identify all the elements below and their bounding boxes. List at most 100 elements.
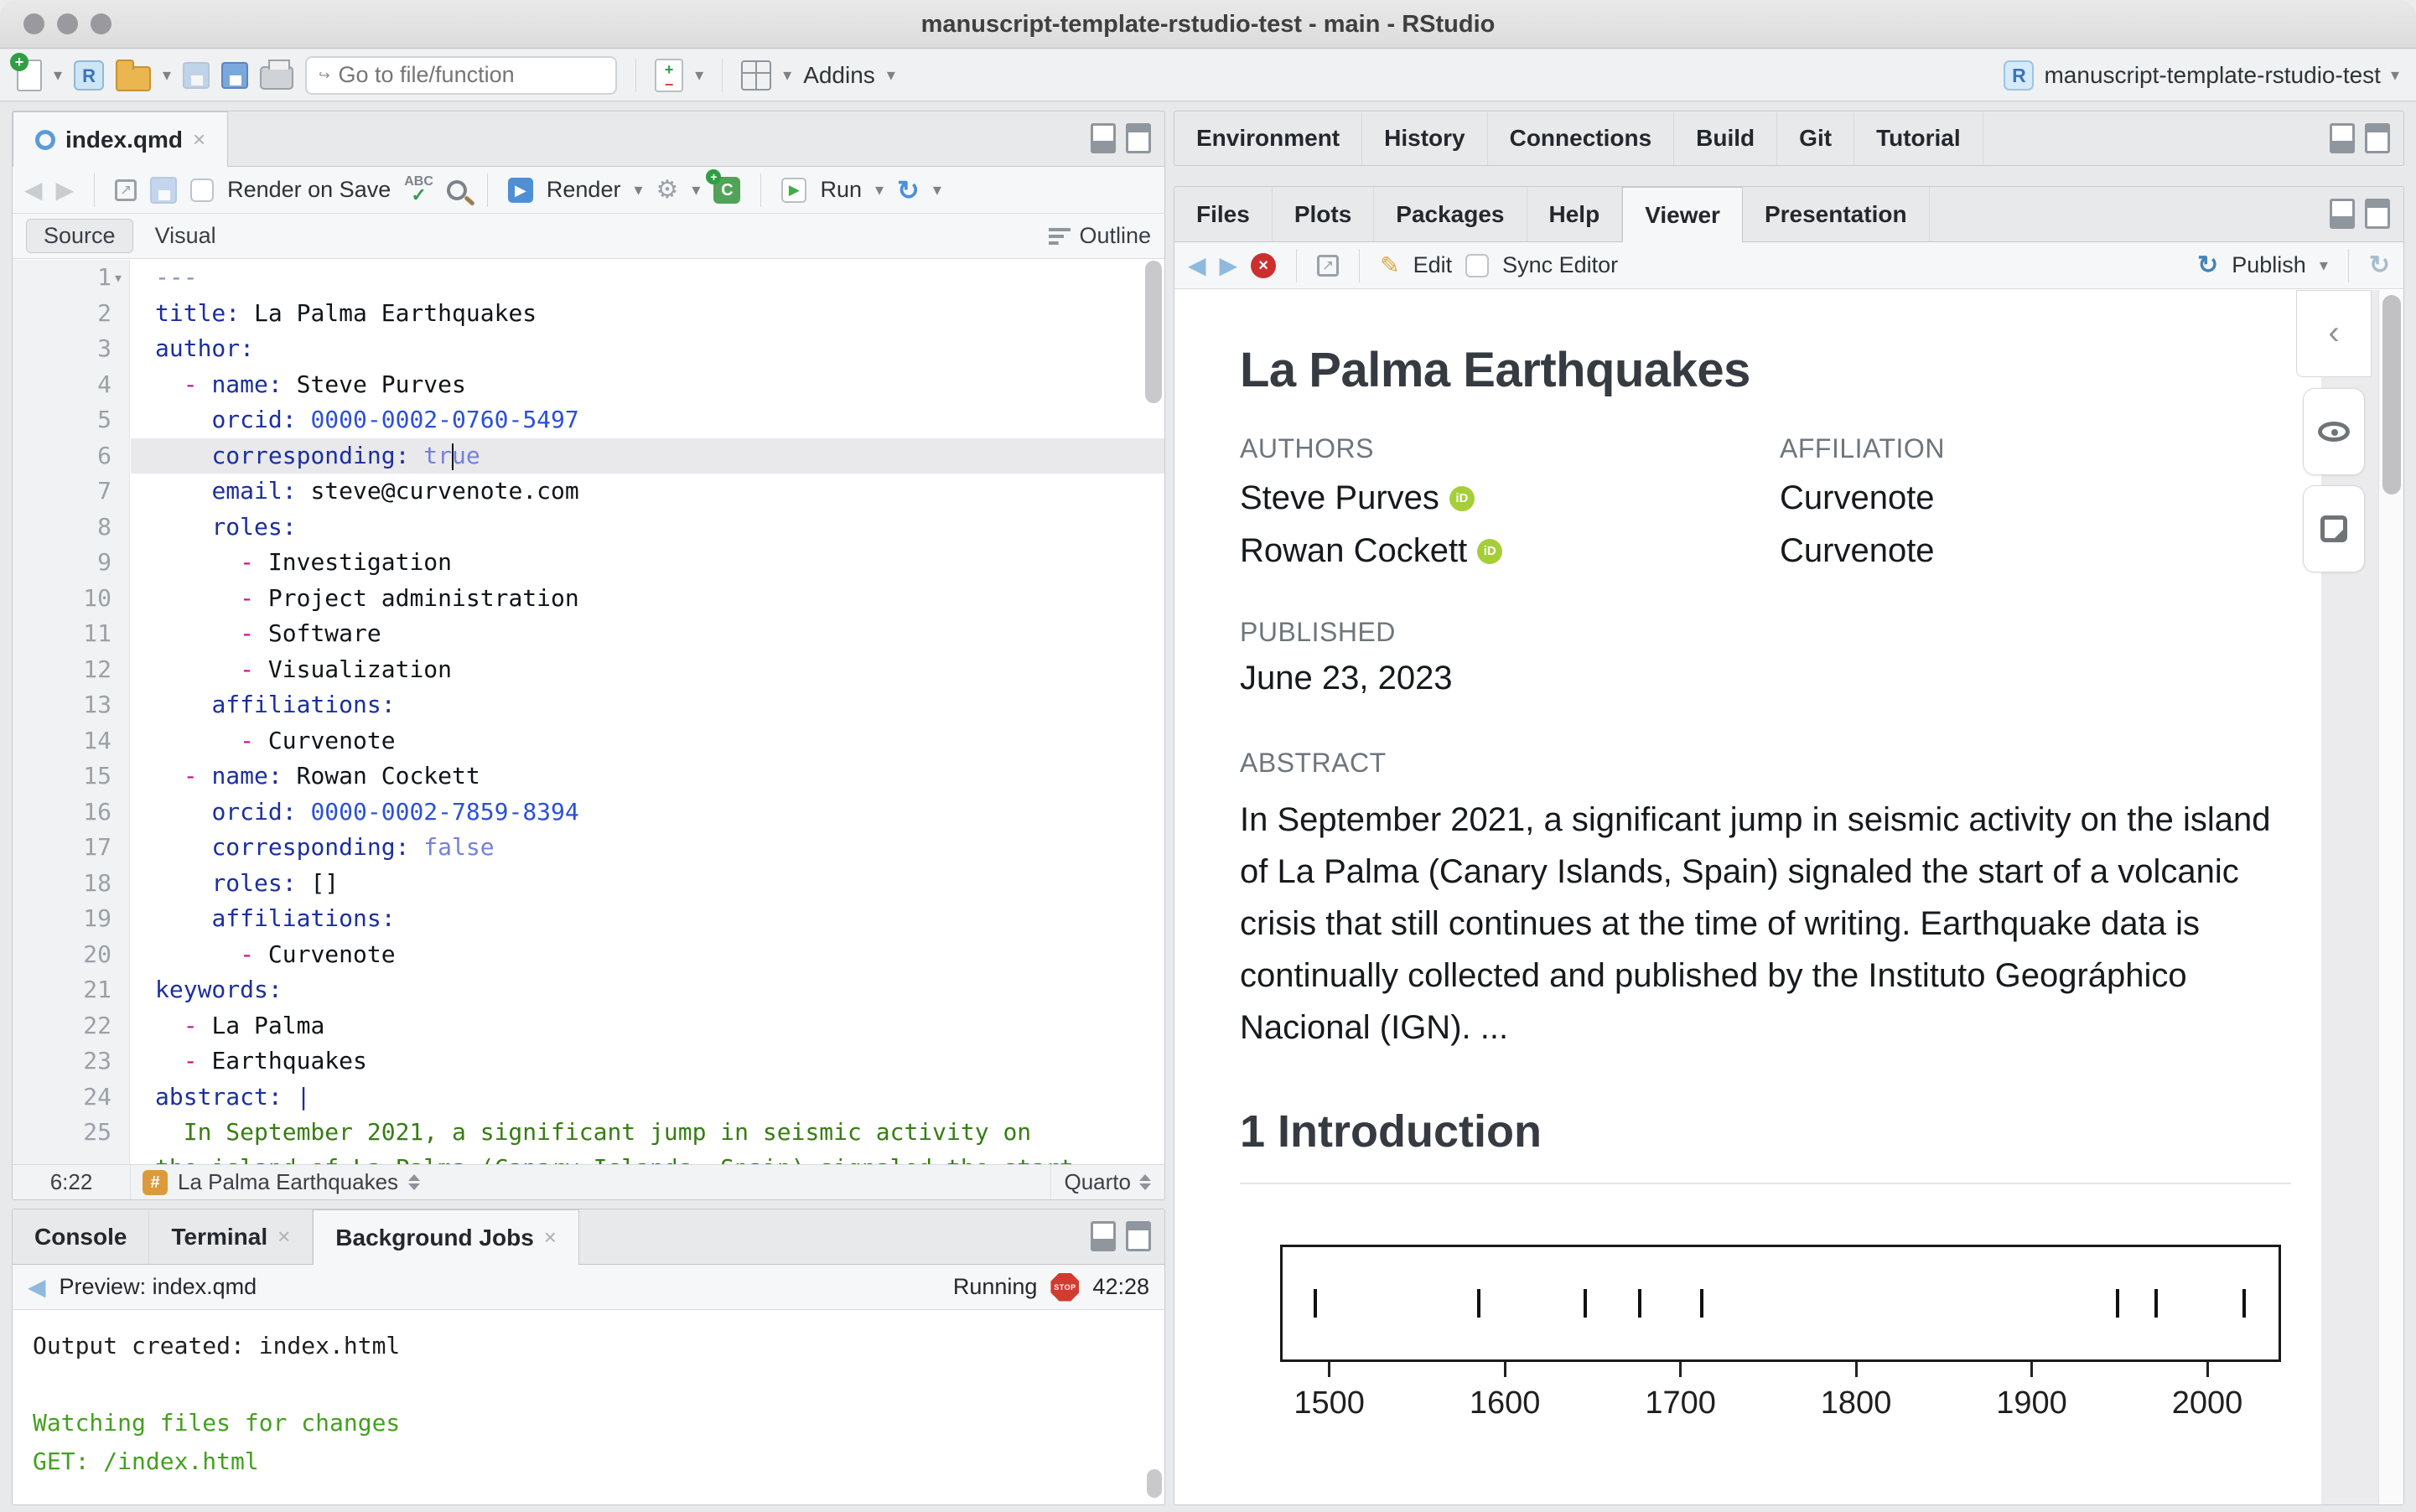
code-line-5[interactable]: 5 orcid: 0000-0002-0760-5497 [13,402,1164,438]
workspace-panes-icon[interactable] [741,60,772,91]
addins-caret-icon[interactable]: ▾ [887,65,895,85]
code-line-22[interactable]: 22 - La Palma [13,1008,1164,1044]
tab-build[interactable]: Build [1674,111,1778,165]
open-in-new-window-icon[interactable]: ↗ [115,179,137,201]
maximize-pane-icon[interactable] [1126,1221,1151,1251]
close-tab-icon[interactable]: × [544,1225,557,1251]
console-output[interactable]: Output created: index.html Watching files… [13,1310,1164,1504]
code-line-25[interactable]: 25 In September 2021, a significant jump… [13,1115,1164,1151]
open-file-icon[interactable] [116,59,152,91]
tab-tutorial[interactable]: Tutorial [1854,111,1983,165]
addins-button[interactable]: Addins [803,62,875,89]
code-line-9[interactable]: 9 - Investigation [13,545,1164,581]
publish-button[interactable]: Publish [2232,252,2306,278]
code-editor[interactable]: 1 ▾ --- 2 title: La Palma Earthquakes 3 author… [13,260,1164,1164]
open-in-browser-icon[interactable]: ↗ [1317,254,1340,277]
orcid-icon[interactable]: iD [1449,485,1475,511]
back-icon[interactable]: ◀ [28,1273,46,1301]
code-line-19[interactable]: 19 affiliations: [13,901,1164,937]
code-line-16[interactable]: 16 orcid: 0000-0002-7859-8394 [13,795,1164,831]
insert-chunk-icon[interactable]: C + [706,168,741,204]
viewer-scrollbar[interactable] [2378,290,2403,1504]
open-dropdown-caret-icon[interactable]: ▾ [163,65,171,85]
source-rerun-icon[interactable]: ↻ [897,174,920,206]
maximize-pane-icon[interactable] [2365,199,2390,229]
run-icon[interactable]: ▶ [781,177,807,203]
tab-help[interactable]: Help [1527,187,1623,241]
publish-icon[interactable]: ↻ [2197,251,2218,280]
new-file-icon[interactable]: + [10,52,42,91]
tab-terminal[interactable]: Terminal × [149,1209,314,1264]
tab-background-jobs[interactable]: Background Jobs × [313,1209,579,1265]
restore-pane-icon[interactable] [2330,123,2355,153]
stop-job-icon[interactable]: STOP [1050,1272,1080,1302]
section-navigator[interactable]: # La Palma Earthquakes [130,1165,1050,1199]
workspace-panes-caret-icon[interactable]: ▾ [783,65,791,85]
save-all-icon[interactable] [221,61,249,89]
sync-editor-checkbox[interactable] [1465,253,1490,277]
code-line-3[interactable]: 3 author: [13,331,1164,367]
code-line-2[interactable]: 2 title: La Palma Earthquakes [13,296,1164,332]
forward-icon[interactable]: ▶ [56,176,75,204]
tab-index.qmd[interactable]: index.qmd × [13,111,229,167]
render-caret-icon[interactable]: ▾ [634,179,642,200]
tab-plots[interactable]: Plots [1273,187,1375,241]
run-caret-icon[interactable]: ▾ [875,179,884,200]
goto-file-function-box[interactable]: ↪ [305,55,618,95]
save-document-icon[interactable] [150,176,178,204]
goto-file-function-input[interactable] [338,62,604,88]
rerun-caret-icon[interactable]: ▾ [933,179,941,200]
console-scrollbar-thumb[interactable] [1147,1469,1162,1498]
tab-presentation[interactable]: Presentation [1743,187,1930,241]
render-button[interactable]: Render [547,177,621,203]
code-line-24[interactable]: 24 abstract: | [13,1080,1164,1116]
code-line-21[interactable]: 21 keywords: [13,972,1164,1008]
tab-viewer[interactable]: Viewer [1622,187,1743,242]
tab-environment[interactable]: Environment [1174,111,1363,165]
visual-mode-button[interactable]: Visual [155,223,216,249]
render-icon[interactable]: ▶ [507,177,533,203]
code-line-7[interactable]: 7 email: steve@curvenote.com [13,474,1164,510]
code-line-1[interactable]: 1 ▾ --- [13,260,1164,296]
gear-icon[interactable]: ⚙ [656,175,679,205]
tab-console[interactable]: Console [13,1209,150,1264]
tab-packages[interactable]: Packages [1374,187,1527,241]
tab-connections[interactable]: Connections [1488,111,1675,165]
spellcheck-icon[interactable]: ABC ✓ [404,174,433,204]
refresh-viewer-icon[interactable]: ↻ [2369,251,2390,280]
render-on-save-checkbox[interactable] [190,178,215,202]
code-line-20[interactable]: 20 - Curvenote [13,937,1164,973]
version-control-caret-icon[interactable]: ▾ [695,65,703,85]
forward-icon[interactable]: ▶ [1220,251,1238,279]
print-icon[interactable] [260,59,294,90]
code-line-23[interactable]: 23 - Earthquakes [13,1043,1164,1080]
version-control-icon[interactable]: + − [655,58,684,92]
editor-scrollbar-thumb[interactable] [1145,261,1162,403]
close-tab-icon[interactable]: × [277,1224,290,1250]
project-selector[interactable]: R manuscript-template-rstudio-test ▾ [2004,60,2399,91]
code-line-17[interactable]: 17 corresponding: false [13,830,1164,866]
preview-eye-button[interactable] [2303,388,2365,475]
code-line-15[interactable]: 15 - name: Rowan Cockett [13,759,1164,795]
tab-files[interactable]: Files [1174,187,1273,241]
code-line-14[interactable]: 14 - Curvenote [13,723,1164,759]
code-line-11[interactable]: 11 - Software [13,616,1164,652]
back-icon[interactable]: ◀ [1188,251,1206,279]
tab-history[interactable]: History [1362,111,1488,165]
code-line-10[interactable]: 10 - Project administration [13,581,1164,617]
code-line-wrap[interactable]: the island of La Palma (Canary Islands, … [13,1151,1164,1165]
back-icon[interactable]: ◀ [24,176,43,204]
close-tab-icon[interactable]: × [193,127,205,153]
collapse-panel-button[interactable]: ‹ [2296,290,2372,377]
orcid-icon[interactable]: iD [1477,538,1503,564]
save-icon[interactable] [183,61,210,89]
code-line-12[interactable]: 12 - Visualization [13,652,1164,688]
maximize-pane-icon[interactable] [2365,123,2390,153]
code-line-8[interactable]: 8 roles: [13,510,1164,546]
code-line-4[interactable]: 4 - name: Steve Purves [13,367,1164,403]
clear-viewer-icon[interactable]: × [1251,252,1277,278]
file-type-selector[interactable]: Quarto [1050,1165,1165,1199]
maximize-pane-icon[interactable] [1126,123,1151,153]
code-line-13[interactable]: 13 affiliations: [13,687,1164,723]
run-button[interactable]: Run [820,177,862,203]
